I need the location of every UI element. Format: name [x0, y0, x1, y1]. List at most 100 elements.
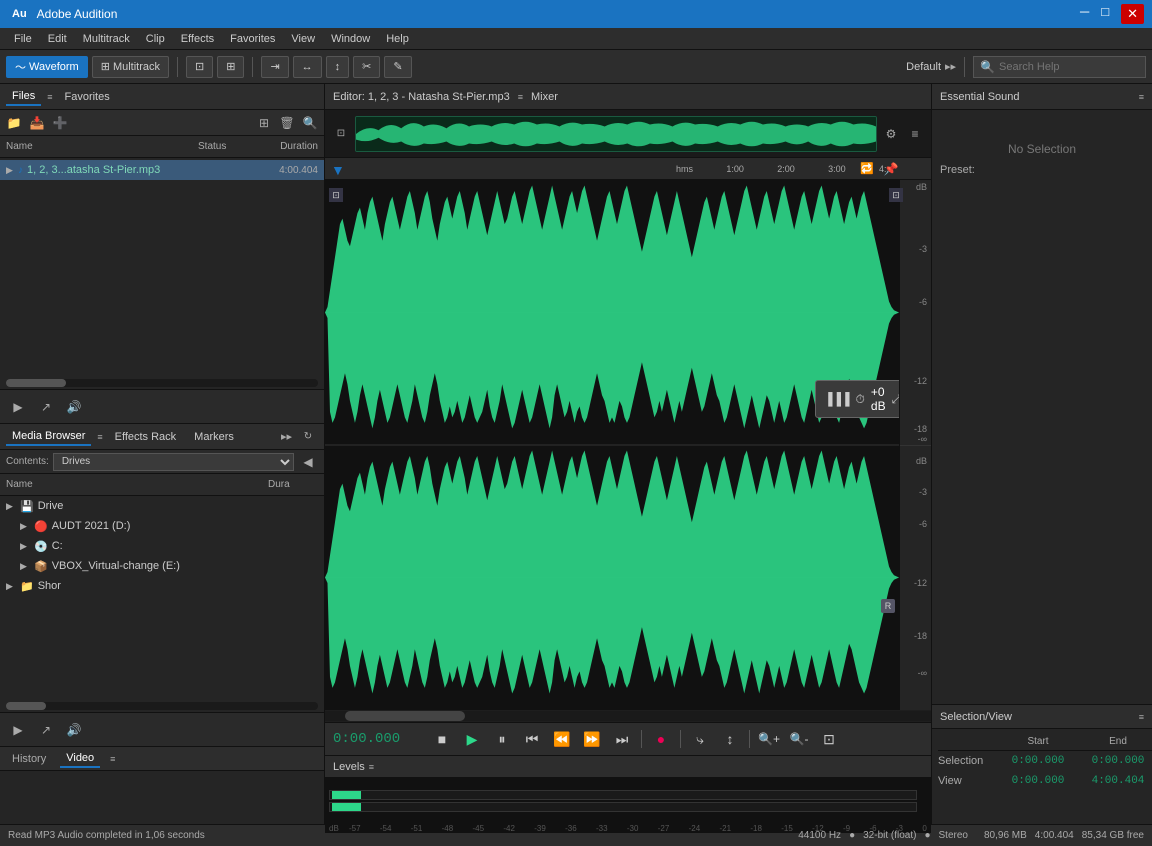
mb-tree-header: Name Dura	[0, 474, 324, 496]
mb-footer: ▶ ↗ 🔊	[0, 712, 324, 746]
effects-rack-tab[interactable]: Effects Rack	[109, 429, 183, 445]
mb-export-btn[interactable]: ↗	[36, 720, 56, 740]
hscrollbar-thumb[interactable]	[345, 711, 465, 721]
menu-view[interactable]: View	[283, 33, 323, 45]
close-button[interactable]: ✕	[1121, 4, 1144, 24]
sv-sel-start[interactable]: 0:00.000	[998, 751, 1078, 771]
left-panel: Files ≡ Favorites 📁 📥 ➕ ⊞ 🗑 🔍 Name Statu…	[0, 84, 325, 824]
menu-file[interactable]: File	[6, 33, 40, 45]
zoom-out-button[interactable]: 🔍-	[788, 728, 810, 750]
menu-edit[interactable]: Edit	[40, 33, 75, 45]
db-top-label: dB	[916, 182, 927, 192]
tree-item[interactable]: ▶ 💿 C:	[0, 536, 324, 556]
forward-button[interactable]: ⏩	[581, 728, 603, 750]
status-message: Read MP3 Audio completed in 1,06 seconds	[8, 830, 782, 841]
mb-contents-select[interactable]: Drives	[53, 453, 294, 471]
files-scrollbar[interactable]	[6, 379, 318, 387]
thumbnail-btn[interactable]: ⊞	[254, 113, 274, 133]
multitrack-button[interactable]: ⊞ Multitrack	[92, 56, 169, 78]
audio-settings-btn[interactable]: 🔊	[64, 397, 84, 417]
ruler-2min: 2:00	[777, 164, 795, 174]
levels-bar-area	[325, 778, 931, 824]
favorites-tab[interactable]: Favorites	[59, 89, 116, 105]
waveform-button[interactable]: 〜 Waveform	[6, 56, 88, 78]
toolbar-btn-1[interactable]: ⊡	[186, 56, 213, 78]
title-controls[interactable]: ─ □ ✕	[1080, 4, 1144, 24]
snap-btn[interactable]: 📌	[881, 159, 901, 179]
mixer-tab[interactable]: Mixer	[531, 91, 558, 103]
search-box[interactable]: 🔍	[973, 56, 1146, 78]
toolbar-btn-7[interactable]: ✎	[384, 56, 411, 78]
loop-button[interactable]: ⤷	[689, 728, 711, 750]
mb-scrollbar[interactable]	[6, 702, 318, 710]
mb-expand-icon[interactable]: ▸▸	[281, 430, 292, 443]
menu-help[interactable]: Help	[378, 33, 417, 45]
mb-settings-btn[interactable]: ◀	[298, 452, 318, 472]
search-files-btn[interactable]: 🔍	[300, 113, 320, 133]
toolbar: 〜 Waveform ⊞ Multitrack ⊡ ⊞ ⇥ ↔ ↕ ✂ ✎ De…	[0, 50, 1152, 84]
import-btn[interactable]: 📥	[27, 113, 47, 133]
zoom-fit-button[interactable]: ⊡	[818, 728, 840, 750]
tree-item[interactable]: ▶ 📦 VBOX_Virtual-change (E:)	[0, 556, 324, 576]
menu-clip[interactable]: Clip	[138, 33, 173, 45]
prev-button[interactable]: ⏮	[521, 728, 543, 750]
skip-button[interactable]: ↕	[719, 728, 741, 750]
add-btn[interactable]: ➕	[50, 113, 70, 133]
stop-button[interactable]: ■	[431, 728, 453, 750]
overview-zoom2-btn[interactable]: ≡	[905, 124, 925, 144]
mb-sound-btn[interactable]: 🔊	[64, 720, 84, 740]
toolbar-btn-3[interactable]: ⇥	[261, 56, 288, 78]
sv-sel-end[interactable]: 0:00.000	[1078, 751, 1152, 771]
multitrack-icon: ⊞	[101, 60, 110, 73]
new-folder-btn[interactable]: 📁	[4, 113, 24, 133]
menu-window[interactable]: Window	[323, 33, 378, 45]
delete-btn[interactable]: 🗑	[277, 113, 297, 133]
menu-multitrack[interactable]: Multitrack	[75, 33, 138, 45]
waveform-hscrollbar[interactable]	[325, 711, 931, 721]
editor-menu-icon: ≡	[518, 92, 523, 102]
sv-col-start: Start	[998, 733, 1078, 751]
file-item[interactable]: ▶ ♪ 1, 2, 3...atasha St-Pier.mp3 4:00.40…	[0, 160, 324, 180]
mb-refresh-btn[interactable]: ↻	[298, 427, 318, 447]
rewind-button[interactable]: ⏪	[551, 728, 573, 750]
mini-wave[interactable]	[355, 116, 877, 152]
maximize-button[interactable]: □	[1101, 4, 1109, 24]
next-button[interactable]: ⏭	[611, 728, 633, 750]
play-button[interactable]: ▶	[461, 728, 483, 750]
search-input[interactable]	[999, 61, 1139, 73]
sv-view-start[interactable]: 0:00.000	[998, 771, 1078, 791]
db-ninf-label-b: -∞	[918, 668, 927, 678]
media-browser-tab[interactable]: Media Browser	[6, 428, 91, 446]
toolbar-btn-4[interactable]: ↔	[293, 56, 322, 78]
play-preview-btn[interactable]: ▶	[8, 397, 28, 417]
menu-effects[interactable]: Effects	[173, 33, 222, 45]
pause-button[interactable]: ⏸	[491, 728, 513, 750]
toolbar-btn-5[interactable]: ↕	[326, 56, 350, 78]
markers-tab[interactable]: Markers	[188, 429, 240, 445]
tree-item[interactable]: ▶ 📁 Shor	[0, 576, 324, 596]
ruler-3min: 3:00	[828, 164, 846, 174]
app-icon: Au	[8, 7, 31, 21]
files-tab[interactable]: Files	[6, 88, 41, 106]
overview-zoom-btn[interactable]: ⊡	[331, 124, 351, 144]
record-button[interactable]: ●	[650, 728, 672, 750]
waveform-canvas[interactable]: ▐▐▐ ⏱ +0 dB ⤢ L R	[325, 180, 899, 710]
r-channel-badge: R	[881, 599, 895, 613]
video-tab[interactable]: Video	[60, 750, 100, 768]
minimize-button[interactable]: ─	[1080, 4, 1089, 24]
toolbar-btn-6[interactable]: ✂	[353, 56, 380, 78]
audt-icon: 🔴	[34, 520, 48, 533]
export-btn[interactable]: ↗	[36, 397, 56, 417]
tree-item[interactable]: ▶ 💾 Drive	[0, 496, 324, 516]
menu-favorites[interactable]: Favorites	[222, 33, 283, 45]
mb-play-btn[interactable]: ▶	[8, 720, 28, 740]
sv-view-end[interactable]: 4:00.404	[1078, 771, 1152, 791]
zoom-in-button[interactable]: 🔍+	[758, 728, 780, 750]
history-tab[interactable]: History	[6, 751, 52, 767]
menu-bar: File Edit Multitrack Clip Effects Favori…	[0, 28, 1152, 50]
tree-item[interactable]: ▶ 🔴 AUDT 2021 (D:)	[0, 516, 324, 536]
loop-on-btn[interactable]: 🔁	[857, 159, 877, 179]
toolbar-btn-2[interactable]: ⊞	[217, 56, 244, 78]
preset-label: Preset:	[940, 164, 1144, 176]
overview-settings-btn[interactable]: ⚙	[881, 124, 901, 144]
